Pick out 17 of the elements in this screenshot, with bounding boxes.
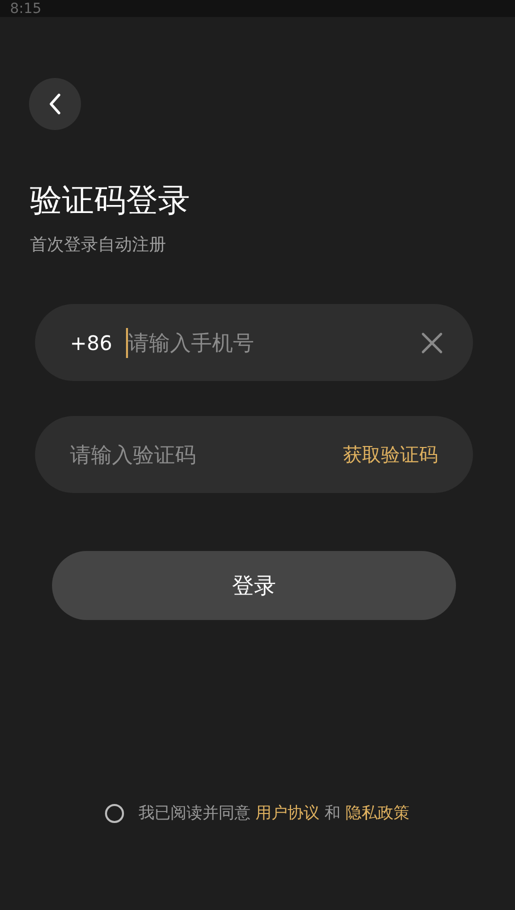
code-input[interactable]: 请输入验证码: [70, 442, 343, 466]
page-subtitle: 首次登录自动注册: [30, 234, 167, 256]
back-button[interactable]: [29, 78, 81, 130]
agreement-text: 我已阅读并同意 用户协议 和 隐私政策: [138, 803, 410, 824]
clear-icon[interactable]: [421, 332, 443, 354]
user-agreement-link[interactable]: 用户协议: [255, 803, 320, 822]
country-code[interactable]: +86: [70, 330, 112, 354]
back-icon: [47, 92, 63, 116]
code-field[interactable]: 请输入验证码 获取验证码: [35, 416, 473, 493]
page-title: 验证码登录: [30, 180, 191, 220]
privacy-policy-link[interactable]: 隐私政策: [346, 803, 410, 822]
get-code-link[interactable]: 获取验证码: [343, 442, 438, 468]
phone-input[interactable]: 请输入手机号: [128, 330, 421, 354]
status-time: 8:15: [10, 2, 42, 16]
login-button[interactable]: 登录: [52, 551, 456, 620]
phone-field[interactable]: +86 请输入手机号: [35, 304, 473, 381]
agreement-checkbox[interactable]: [105, 804, 124, 823]
